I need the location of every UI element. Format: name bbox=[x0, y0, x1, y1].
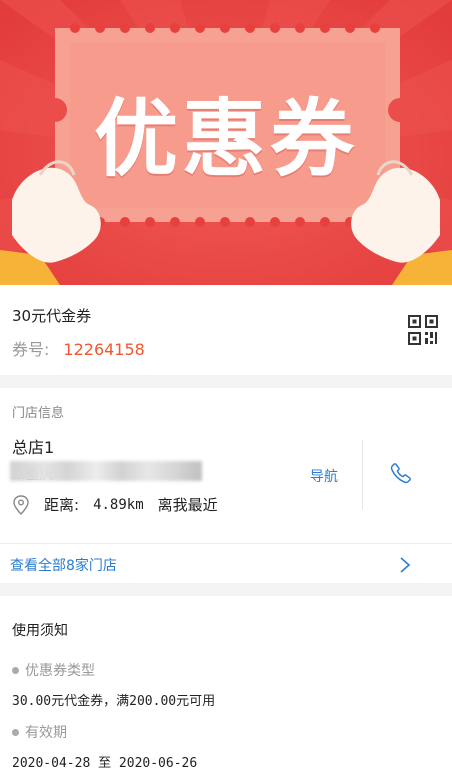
coupon-number-label: 券号: bbox=[12, 340, 50, 359]
coupon-number: 12264158 bbox=[63, 340, 145, 359]
validity-label-text: 有效期 bbox=[25, 725, 67, 741]
coupon-banner: 优惠券 bbox=[0, 0, 452, 285]
coupon-info: 30元代金券 券号: 12264158 bbox=[0, 285, 452, 375]
validity-label: 有效期 bbox=[12, 722, 67, 742]
banner-title: 优惠券 bbox=[93, 90, 358, 188]
bullet-dot bbox=[12, 728, 19, 736]
distance-note: 离我最近 bbox=[157, 496, 218, 514]
usage-notice: 使用须知 优惠券类型 30.00元代金券，满200.00元可用 有效期 2020… bbox=[0, 596, 452, 781]
store-section-title: 门店信息 bbox=[12, 406, 65, 421]
all-stores-link[interactable]: 查看全部8家门店 bbox=[0, 543, 452, 583]
coupon-number-row: 券号: 12264158 bbox=[12, 336, 440, 360]
store-distance: 距离: 4.89km 离我最近 bbox=[12, 494, 218, 515]
validity-value: 2020-04-28 至 2020-06-26 bbox=[12, 756, 198, 771]
coupon-type-value: 30.00元代金券，满200.00元可用 bbox=[12, 694, 216, 709]
coupon-name: 30元代金券 bbox=[12, 307, 92, 325]
all-stores-label[interactable]: 查看全部8家门店 bbox=[10, 555, 117, 575]
notice-title: 使用须知 bbox=[12, 623, 68, 639]
bullet-dot bbox=[12, 666, 19, 674]
navigate-button[interactable]: 导航 bbox=[310, 466, 338, 486]
distance-value: 4.89km bbox=[93, 496, 144, 513]
store-name: 总店1 bbox=[12, 438, 55, 457]
qr-code-icon[interactable] bbox=[408, 315, 438, 345]
distance-label: 距离: bbox=[44, 496, 80, 514]
store-info: 门店信息 总店1 ...重庆 距离: 4.89km 离我最近 导航 bbox=[0, 388, 452, 543]
coupon-type-label-text: 优惠券类型 bbox=[25, 663, 95, 679]
coupon-type-label: 优惠券类型 bbox=[12, 660, 95, 680]
address-blur-mask bbox=[10, 461, 202, 481]
divider bbox=[362, 440, 363, 510]
location-pin-icon bbox=[13, 494, 29, 515]
phone-icon[interactable] bbox=[390, 462, 412, 484]
chevron-right-icon[interactable] bbox=[398, 556, 412, 574]
